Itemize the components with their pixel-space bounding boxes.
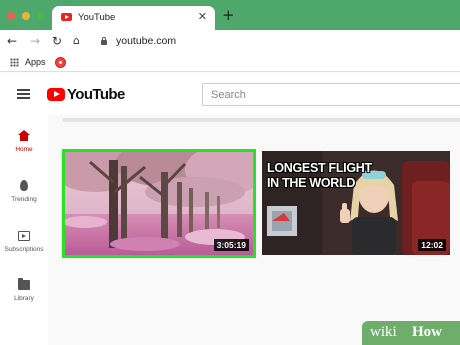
- home-icon: [18, 130, 30, 141]
- forward-arrow-icon[interactable]: →: [30, 34, 40, 48]
- watermark-wiki: wiki: [370, 324, 397, 340]
- hamburger-menu-icon[interactable]: [17, 89, 30, 99]
- sidebar-item-label: Library: [14, 295, 34, 302]
- video-duration: 12:02: [418, 239, 446, 251]
- new-tab-button[interactable]: +: [222, 8, 235, 23]
- home-icon[interactable]: ⌂: [73, 34, 80, 48]
- back-arrow-icon[interactable]: ←: [7, 34, 17, 48]
- maximize-window-button[interactable]: [37, 12, 45, 20]
- youtube-favicon-icon: [61, 13, 72, 21]
- sidebar-item-library[interactable]: Library: [0, 276, 48, 320]
- apps-grid-icon[interactable]: [10, 58, 19, 67]
- browser-tab[interactable]: YouTube ✕: [52, 6, 215, 30]
- bookmark-favicon-icon[interactable]: [55, 57, 66, 68]
- flame-icon: [20, 180, 28, 191]
- search-input[interactable]: Search: [202, 83, 460, 106]
- chip-bar: [63, 118, 460, 122]
- tab-close-icon[interactable]: ✕: [198, 10, 207, 23]
- watermark-how: How: [412, 324, 442, 340]
- sidebar-item-label: Home: [15, 146, 33, 153]
- sidebar-item-label: Subscriptions: [4, 246, 44, 253]
- thumbnail-text: LONGEST FLIGHT IN THE WORLD: [267, 161, 372, 190]
- browser-tab-bar: YouTube ✕ +: [0, 0, 460, 30]
- youtube-header: YouTube Search: [0, 73, 460, 115]
- close-window-button[interactable]: [7, 12, 15, 20]
- video-duration: 3:05:19: [213, 239, 249, 251]
- sidebar-item-subscriptions[interactable]: Subscriptions: [0, 227, 48, 271]
- sidebar-item-home[interactable]: Home: [0, 127, 48, 171]
- reload-icon[interactable]: ↻: [52, 34, 62, 48]
- video-thumbnail-longest-flight[interactable]: LONGEST FLIGHT IN THE WORLD 12:02: [262, 151, 450, 255]
- youtube-logo-icon[interactable]: [47, 88, 65, 101]
- youtube-logo-text[interactable]: YouTube: [67, 86, 125, 103]
- address-bar[interactable]: youtube.com: [116, 35, 176, 47]
- apps-bookmark[interactable]: Apps: [25, 57, 46, 67]
- minimize-window-button[interactable]: [22, 12, 30, 20]
- library-icon: [18, 278, 30, 290]
- search-placeholder: Search: [211, 89, 246, 101]
- subscriptions-icon: [18, 231, 30, 241]
- sidebar-item-trending[interactable]: Trending: [0, 177, 48, 221]
- bookmarks-bar: Apps: [0, 54, 460, 72]
- sidebar-item-label: Trending: [11, 196, 37, 203]
- youtube-sidebar: Home Trending Subscriptions Library: [0, 115, 48, 345]
- browser-toolbar: ← → ↻ ⌂ youtube.com: [0, 30, 460, 54]
- wikihow-watermark: wiki How: [362, 321, 460, 345]
- tab-title: YouTube: [78, 12, 116, 23]
- video-thumbnail-cherry-blossom[interactable]: 3:05:19: [62, 149, 256, 258]
- lock-icon[interactable]: [101, 37, 107, 45]
